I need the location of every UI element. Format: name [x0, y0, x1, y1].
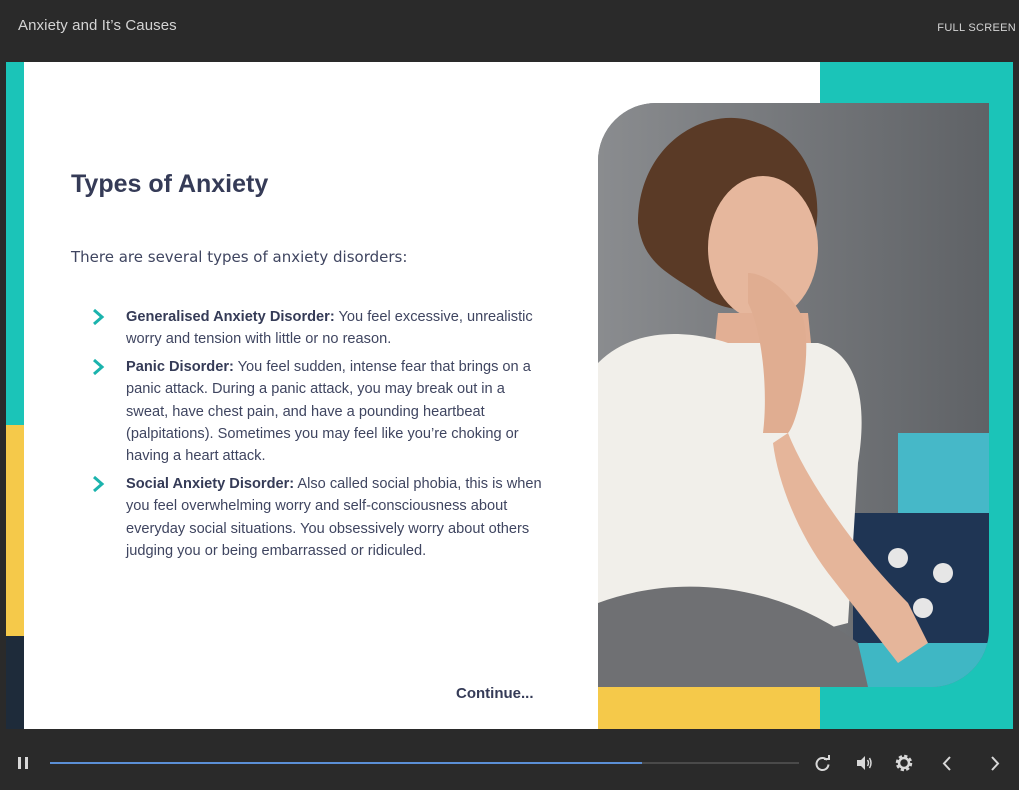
slide-title: Types of Anxiety	[71, 170, 269, 198]
settings-icon[interactable]	[894, 753, 914, 773]
left-accent-navy	[6, 636, 24, 729]
next-slide-icon[interactable]	[988, 755, 1002, 772]
previous-slide-icon[interactable]	[940, 755, 954, 772]
chevron-right-icon	[93, 475, 105, 492]
list-item: Generalised Anxiety Disorder: You feel e…	[90, 306, 550, 351]
volume-icon[interactable]	[855, 754, 873, 772]
anxious-woman-photo	[598, 103, 989, 687]
intro-text: There are several types of anxiety disor…	[71, 248, 408, 266]
continue-button[interactable]: Continue...	[456, 685, 534, 702]
top-bar: Anxiety and It’s Causes FULL SCREEN	[0, 0, 1019, 62]
left-accent-teal	[6, 62, 24, 425]
list-item-term: Generalised Anxiety Disorder:	[126, 309, 335, 325]
list-item-term: Panic Disorder:	[126, 358, 234, 375]
fullscreen-button[interactable]: FULL SCREEN	[937, 22, 1016, 34]
left-accent-yellow	[6, 425, 24, 636]
pause-icon[interactable]	[16, 756, 30, 770]
list-item: Social Anxiety Disorder: Also called soc…	[90, 473, 550, 563]
course-title: Anxiety and It’s Causes	[18, 17, 177, 34]
list-item: Panic Disorder: You feel sudden, intense…	[90, 356, 550, 468]
bottom-accent-yellow	[598, 687, 820, 729]
anxiety-types-list: Generalised Anxiety Disorder: You feel e…	[90, 306, 550, 567]
replay-icon[interactable]	[814, 755, 831, 772]
progress-bar-fill	[50, 762, 642, 764]
slide: Types of Anxiety There are several types…	[6, 62, 1013, 729]
chevron-right-icon	[93, 308, 105, 326]
list-item-term: Social Anxiety Disorder:	[126, 475, 295, 492]
player-controls	[0, 729, 1019, 790]
chevron-right-icon	[93, 358, 105, 375]
progress-bar[interactable]	[50, 762, 799, 764]
